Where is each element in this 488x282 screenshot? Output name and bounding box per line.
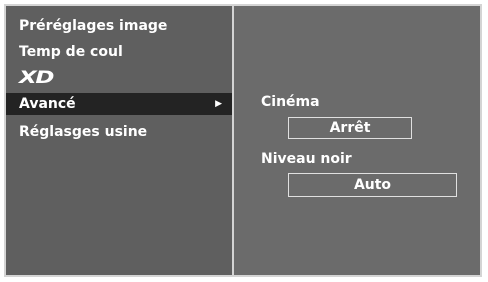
black-level-value-field[interactable]: Auto [288, 173, 457, 197]
menu-item-color-temp[interactable]: Temp de coul [6, 41, 232, 63]
menu-list: Préréglages image Temp de coul XD Avancé… [6, 6, 232, 275]
menu-item-label: Avancé [19, 96, 76, 112]
xd-logo: XD [19, 68, 54, 88]
cinema-value-field[interactable]: Arrêt [288, 117, 412, 139]
submenu-arrow-icon: ▶ [215, 99, 222, 109]
menu-item-picture-presets[interactable]: Préréglages image [6, 15, 232, 37]
osd-menu-window: Préréglages image Temp de coul XD Avancé… [4, 4, 482, 277]
black-level-label: Niveau noir [261, 151, 352, 167]
menu-item-label: Temp de coul [19, 44, 123, 60]
submenu-panel: Cinéma Arrêt Niveau noir Auto [234, 6, 480, 275]
menu-item-label: Préréglages image [19, 18, 168, 34]
menu-item-xd[interactable]: XD [6, 67, 232, 89]
menu-item-advanced[interactable]: Avancé ▶ [6, 93, 232, 115]
cinema-label: Cinéma [261, 94, 320, 110]
menu-item-label: Réglasges usine [19, 124, 148, 140]
menu-item-factory-reset[interactable]: Réglasges usine [6, 121, 232, 143]
